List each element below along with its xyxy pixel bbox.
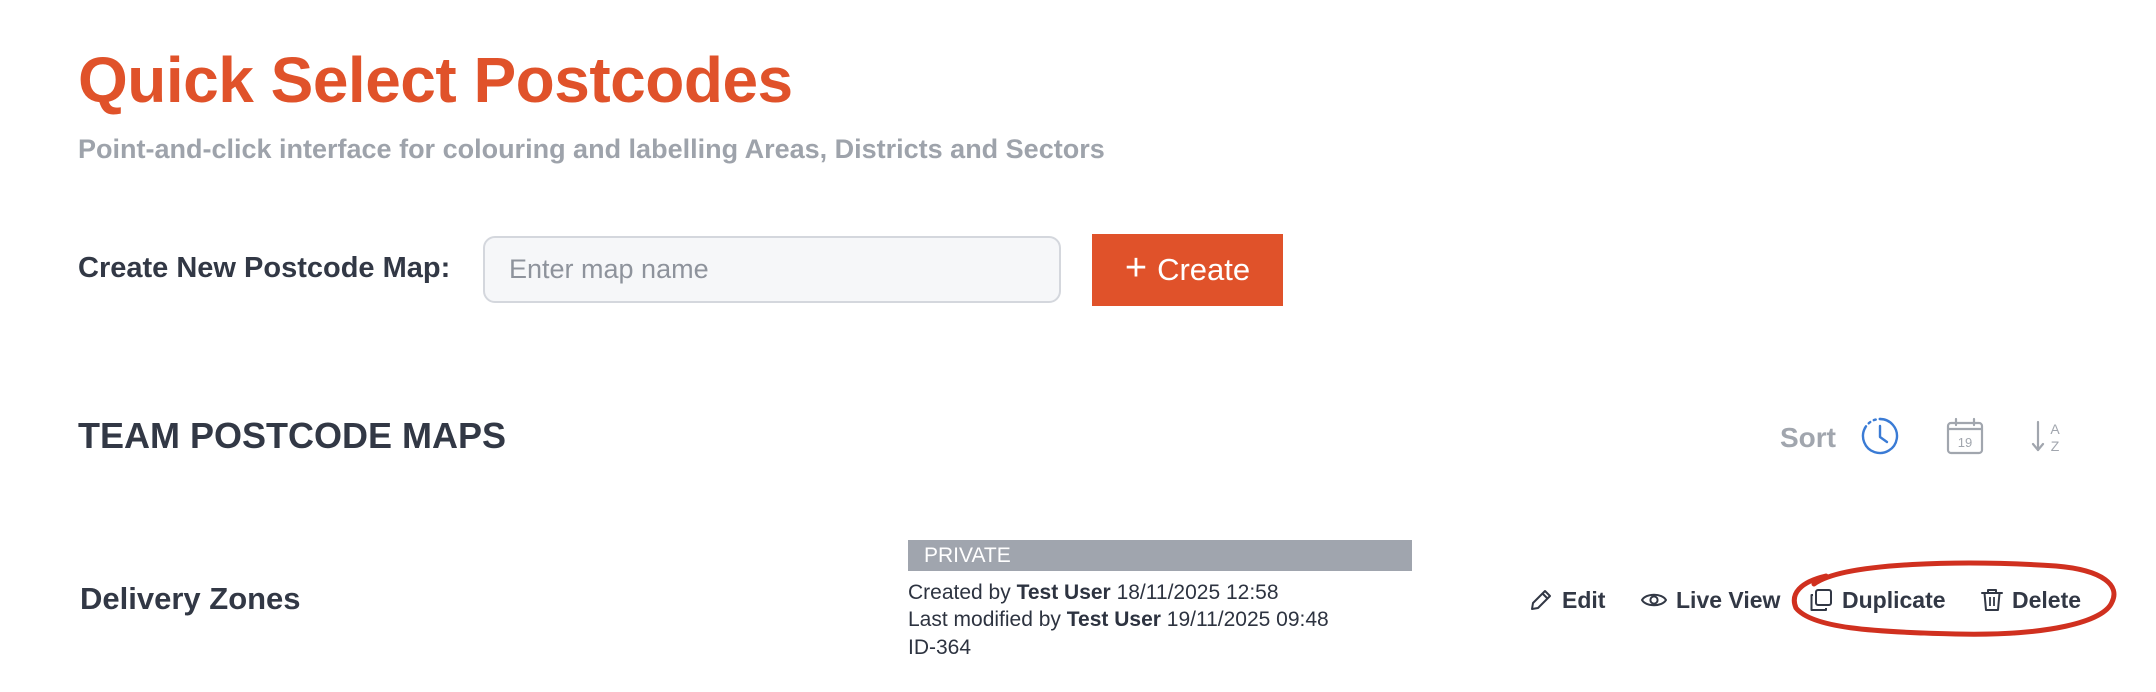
map-name-input[interactable]	[483, 236, 1061, 303]
sort-a-text: A	[2050, 421, 2060, 437]
create-map-label: Create New Postcode Map:	[78, 252, 451, 284]
clock-icon	[1861, 417, 1899, 455]
pencil-icon	[1531, 590, 1551, 610]
sort-z-text: Z	[2051, 438, 2060, 454]
edit-button[interactable]: Edit	[1528, 584, 1605, 616]
duplicate-label: Duplicate	[1842, 586, 1946, 613]
map-id: ID-364	[908, 636, 972, 659]
modified-info: Last modified by Test User 19/11/2025 09…	[908, 608, 1329, 631]
calendar-day-text: 19	[1958, 435, 1972, 450]
edit-label: Edit	[1562, 586, 1606, 613]
page-subtitle: Point-and-click interface for colouring …	[78, 134, 1105, 164]
create-button-label: Create	[1157, 252, 1251, 287]
sort-by-recent-button[interactable]	[1858, 414, 1902, 458]
modified-by-user: Test User	[1066, 608, 1161, 631]
created-info: Created by Test User 18/11/2025 12:58	[908, 581, 1279, 604]
live-view-label: Live View	[1676, 586, 1781, 613]
section-title: TEAM POSTCODE MAPS	[78, 415, 507, 456]
delete-button[interactable]: Delete	[1980, 584, 2081, 616]
trash-icon	[1981, 589, 2003, 611]
created-by-user: Test User	[1016, 581, 1111, 604]
page-title: Quick Select Postcodes	[78, 44, 793, 116]
modified-at: 19/11/2025 09:48	[1166, 608, 1329, 631]
sort-az-icon: A Z	[2031, 420, 2060, 454]
sort-label: Sort	[1780, 422, 1836, 453]
eye-icon	[1641, 593, 1667, 607]
sort-by-date-button[interactable]: 19	[1943, 414, 1987, 458]
sort-alphabetical-button[interactable]: A Z	[2026, 414, 2070, 458]
copy-icon	[1810, 589, 1832, 611]
duplicate-button[interactable]: Duplicate	[1808, 584, 1946, 616]
create-button[interactable]: + Create	[1092, 234, 1283, 306]
map-name[interactable]: Delivery Zones	[80, 580, 301, 618]
created-at: 18/11/2025 12:58	[1116, 581, 1279, 604]
plus-icon: +	[1124, 247, 1148, 289]
delete-label: Delete	[2012, 586, 2082, 613]
live-view-button[interactable]: Live View	[1640, 584, 1780, 616]
calendar-icon: 19	[1946, 417, 1984, 455]
visibility-badge: PRIVATE	[908, 540, 1412, 571]
